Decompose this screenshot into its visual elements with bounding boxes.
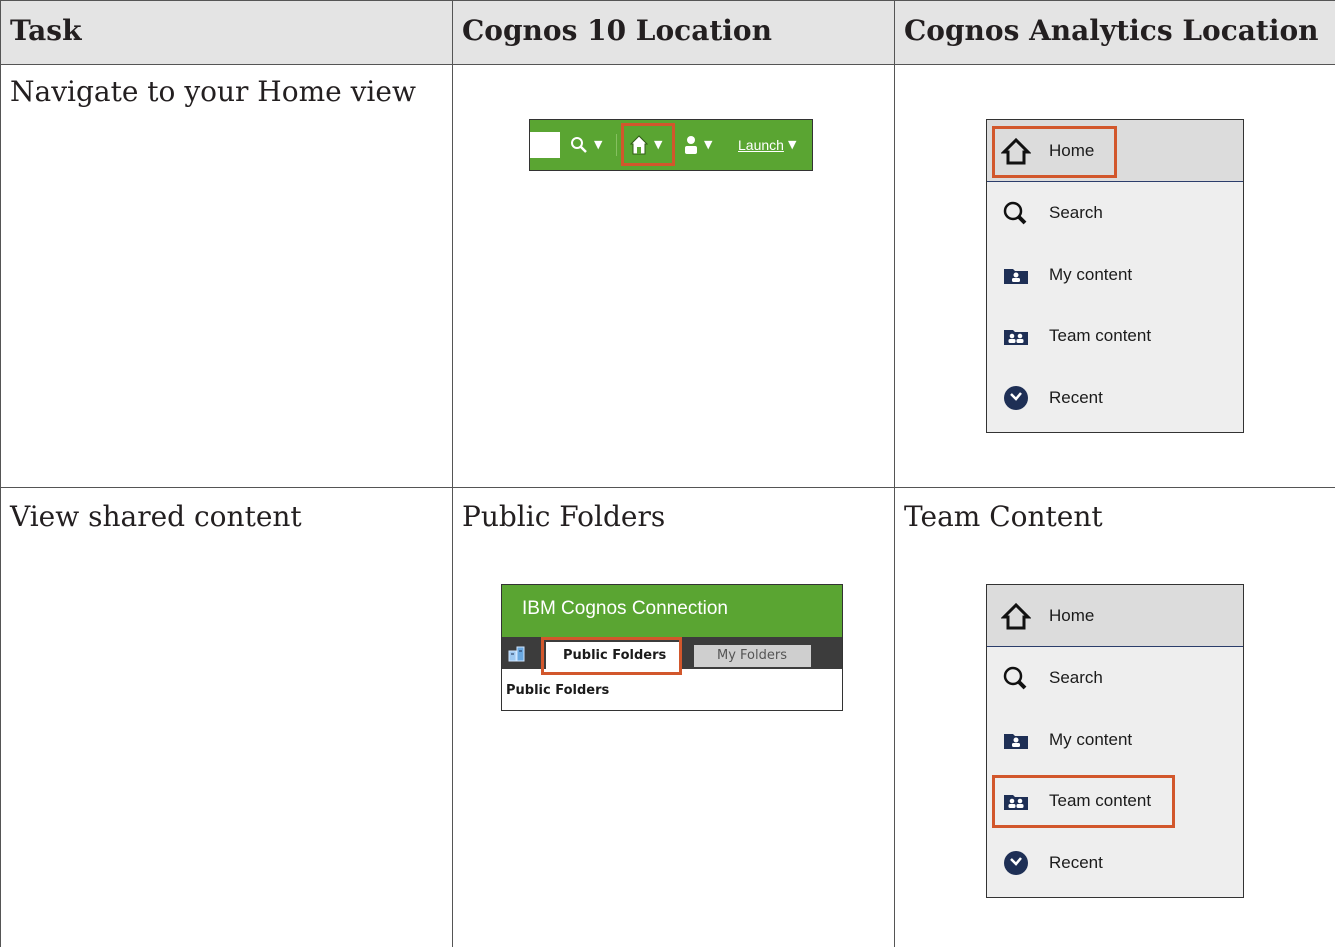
home-icon-highlight [621, 123, 675, 166]
nav-label-my-content: My content [1049, 265, 1133, 284]
header-cell-analytics: Cognos Analytics Location [894, 0, 1335, 65]
launch-dropdown-caret[interactable]: ▼ [788, 134, 796, 156]
header-cognos10: Cognos 10 Location [462, 14, 772, 47]
row-divider [0, 487, 1335, 488]
nav-label-team-content: Team content [1049, 326, 1152, 345]
row1-task: Navigate to your Home view [10, 75, 416, 108]
nav-item-my-content[interactable]: My content [987, 720, 1243, 760]
header-task: Task [10, 14, 82, 47]
nav-label-recent: Recent [1049, 388, 1103, 407]
nav-label-home: Home [1049, 606, 1095, 625]
nav-item-search[interactable]: Search [987, 658, 1243, 698]
home-nav-highlight [992, 126, 1117, 178]
search-dropdown-caret[interactable]: ▼ [594, 134, 602, 156]
my-content-folder-icon [1004, 734, 1028, 749]
breadcrumb: Public Folders [506, 683, 610, 698]
table-border-top [0, 0, 1335, 1]
nav-item-recent[interactable]: Recent [987, 378, 1243, 418]
launch-menu[interactable]: Launch [738, 134, 784, 156]
nav-label-my-content: My content [1049, 730, 1133, 749]
team-content-highlight [992, 775, 1175, 828]
table-divider-2 [894, 0, 895, 947]
header-cell-cognos10: Cognos 10 Location [452, 0, 894, 65]
recent-clock-icon [1004, 386, 1028, 410]
nav-item-recent[interactable]: Recent [987, 843, 1243, 883]
analytics-nav-panel-team: Home Search My content Team content Rece… [986, 584, 1244, 898]
user-icon[interactable] [683, 135, 699, 155]
header-cell-task: Task [0, 0, 452, 65]
row2-analytics-text: Team Content [904, 500, 1103, 533]
nav-label-search: Search [1049, 203, 1103, 222]
search-icon [1003, 666, 1027, 690]
connection-title: IBM Cognos Connection [522, 598, 728, 619]
table-divider-1 [452, 0, 453, 947]
table-border-left [0, 0, 1, 947]
row2-task: View shared content [10, 500, 302, 533]
user-dropdown-caret[interactable]: ▼ [704, 134, 712, 156]
toolbar-separator [616, 134, 617, 156]
search-icon[interactable] [570, 136, 588, 154]
nav-item-my-content[interactable]: My content [987, 255, 1243, 295]
portal-icon[interactable] [508, 645, 526, 663]
tab-my-folders[interactable]: My Folders [694, 645, 811, 667]
my-content-folder-icon [1004, 269, 1028, 284]
toolbar-input-box[interactable] [530, 132, 560, 158]
public-folders-highlight [541, 637, 682, 675]
recent-clock-icon [1004, 851, 1028, 875]
tab-my-folders-label: My Folders [717, 648, 787, 663]
nav-item-search[interactable]: Search [987, 193, 1243, 233]
nav-item-home[interactable]: Home [987, 596, 1243, 636]
home-icon [1001, 602, 1031, 630]
nav-label-search: Search [1049, 668, 1103, 687]
nav-item-team-content[interactable]: Team content [987, 316, 1243, 356]
row2-cognos10-text: Public Folders [462, 500, 666, 533]
connection-title-bar: IBM Cognos Connection [502, 585, 842, 637]
header-analytics: Cognos Analytics Location [904, 14, 1319, 47]
search-icon [1003, 201, 1027, 225]
nav-label-recent: Recent [1049, 853, 1103, 872]
team-content-folder-icon [1004, 330, 1028, 345]
